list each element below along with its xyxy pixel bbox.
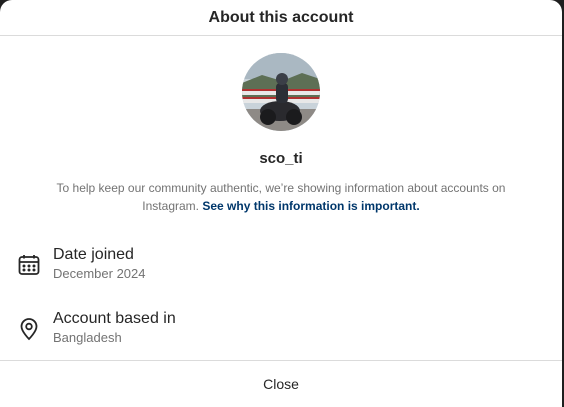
date-joined-label: Date joined [53,246,134,263]
close-button[interactable]: Close [0,360,562,407]
dialog-title: About this account [0,0,562,36]
date-joined-row: Date joined December 2024 [17,245,146,283]
account-based-value: Bangladesh [53,330,122,345]
account-based-row: Account based in Bangladesh [17,309,176,347]
info-text: To help keep our community authentic, we… [40,179,522,215]
about-account-dialog: About this account sco_ti To help keep o… [0,0,562,407]
date-joined-value: December 2024 [53,266,146,281]
info-link[interactable]: See why this information is important. [202,199,419,213]
username: sco_ti [259,150,303,167]
account-based-label: Account based in [53,310,176,327]
location-pin-icon [17,317,41,341]
avatar [242,53,320,131]
calendar-icon [17,253,41,277]
